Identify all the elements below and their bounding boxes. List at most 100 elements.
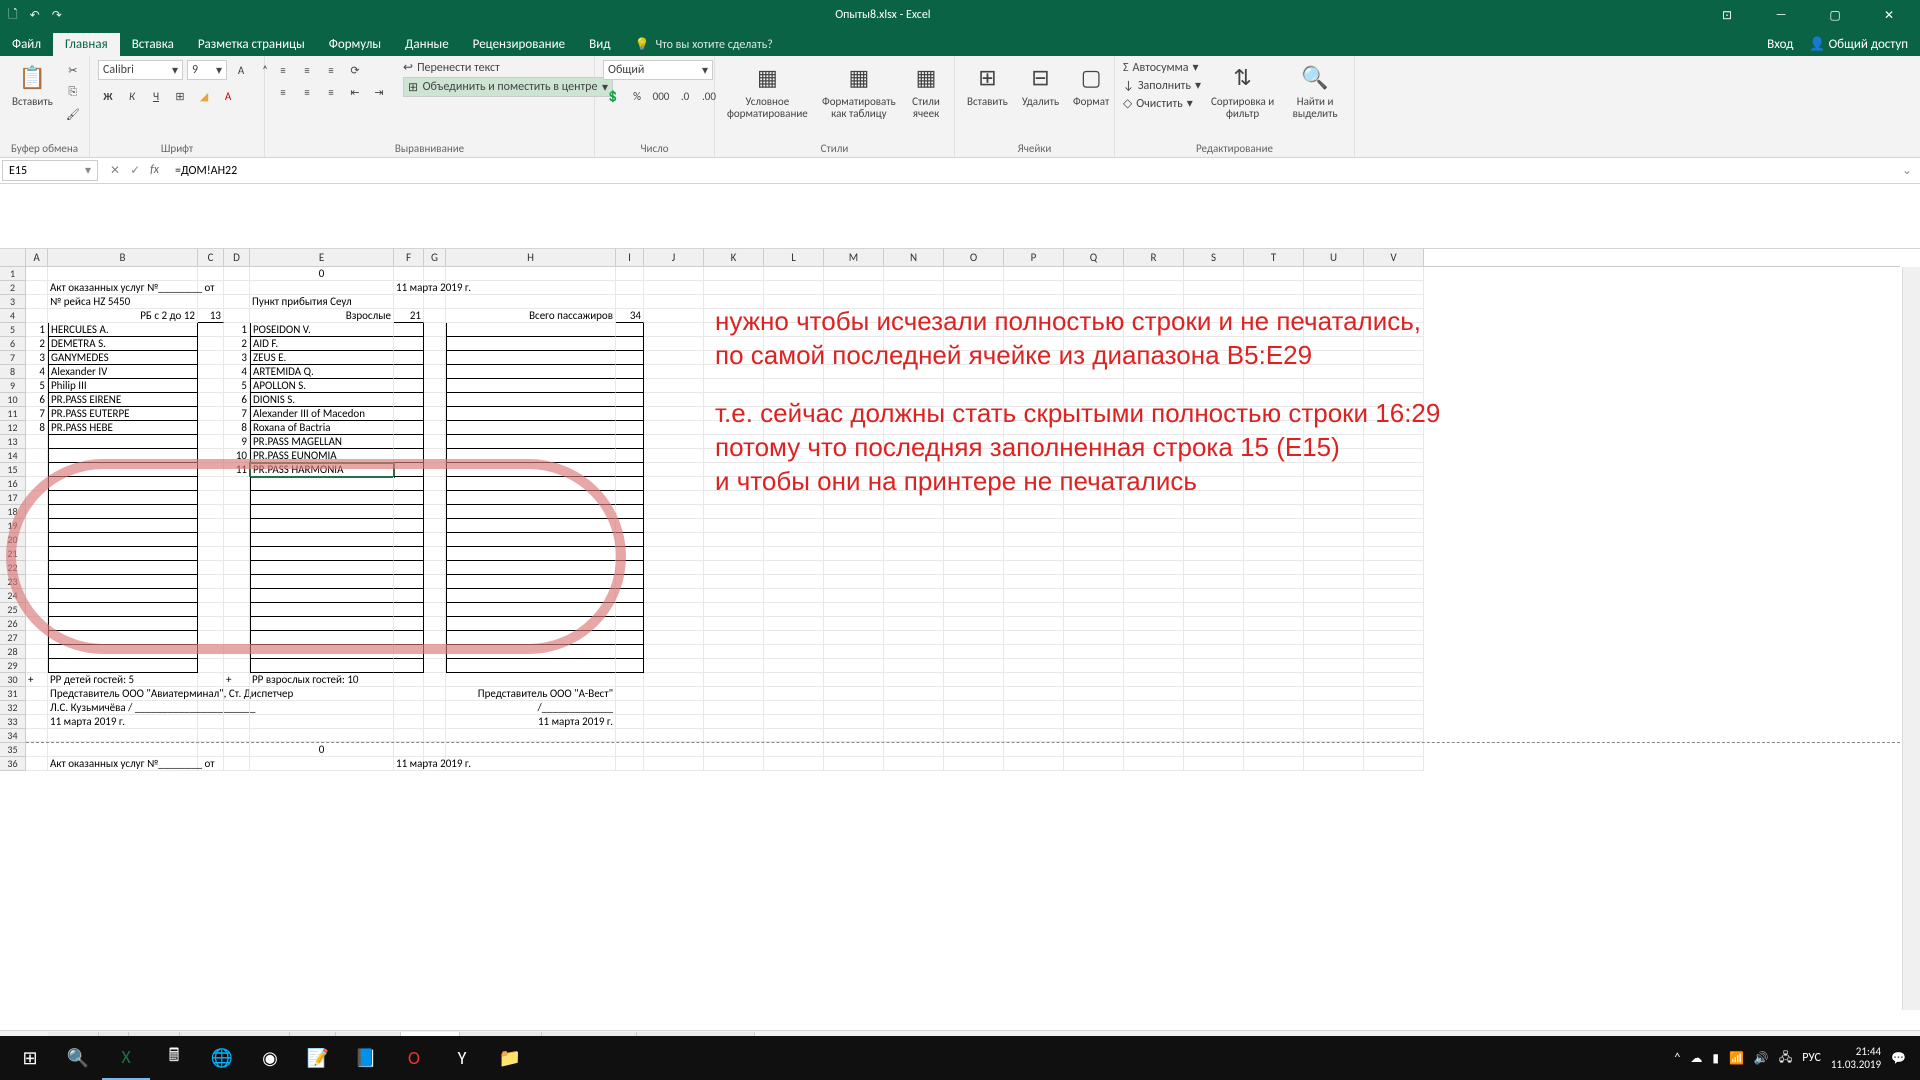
volume-icon[interactable]: 🔊: [1754, 1051, 1769, 1066]
col-header[interactable]: T: [1244, 249, 1304, 266]
redo-icon[interactable]: ↷: [52, 8, 62, 23]
italic-button[interactable]: К: [122, 86, 142, 106]
fill-button[interactable]: ↓ Заполнить ▾: [1123, 78, 1201, 93]
clock[interactable]: 21:4411.03.2019: [1831, 1045, 1881, 1071]
col-header[interactable]: S: [1184, 249, 1244, 266]
align-top-icon[interactable]: ≡: [273, 60, 293, 80]
start-button[interactable]: ⊞: [6, 1036, 54, 1080]
orientation-icon[interactable]: ⟳: [345, 60, 365, 80]
cancel-formula-icon[interactable]: ✕: [110, 163, 120, 178]
tab-home[interactable]: Главная: [53, 33, 120, 56]
wrap-text-button[interactable]: ↩ Перенести текст: [403, 60, 613, 75]
notes-icon[interactable]: 📘: [342, 1036, 390, 1080]
worksheet-area[interactable]: ABCDEFGHIJKLMNOPQRSTUV 12345678910111213…: [0, 249, 1920, 1010]
tab-insert[interactable]: Вставка: [120, 33, 186, 56]
col-header[interactable]: F: [394, 249, 424, 266]
align-middle-icon[interactable]: ≡: [297, 60, 317, 80]
grow-font-icon[interactable]: A: [231, 60, 251, 80]
signin-link[interactable]: Вход: [1767, 37, 1793, 52]
col-header[interactable]: R: [1124, 249, 1184, 266]
tell-me[interactable]: 💡 Что вы хотите сделать?: [634, 37, 772, 56]
row-header[interactable]: 31: [0, 687, 26, 701]
calculator-icon[interactable]: 🖩: [150, 1036, 198, 1080]
column-headers[interactable]: ABCDEFGHIJKLMNOPQRSTUV: [26, 249, 1900, 267]
col-header[interactable]: Q: [1064, 249, 1124, 266]
row-header[interactable]: 15: [0, 463, 26, 477]
format-table-button[interactable]: ▦Форматировать как таблицу: [818, 60, 900, 122]
tab-file[interactable]: Файл: [0, 33, 53, 56]
row-header[interactable]: 11: [0, 407, 26, 421]
col-header[interactable]: J: [644, 249, 704, 266]
align-left-icon[interactable]: ≡: [273, 82, 293, 102]
fill-color-icon[interactable]: ◢: [194, 86, 214, 106]
row-header[interactable]: 29: [0, 659, 26, 673]
row-header[interactable]: 3: [0, 295, 26, 309]
undo-icon[interactable]: ↶: [30, 8, 40, 23]
search-icon[interactable]: 🔍: [54, 1036, 102, 1080]
number-format-select[interactable]: Общий▾: [603, 60, 713, 80]
col-header[interactable]: O: [944, 249, 1004, 266]
language-indicator[interactable]: РУС: [1802, 1051, 1821, 1065]
paste-button[interactable]: 📋Вставить: [8, 60, 57, 110]
tab-data[interactable]: Данные: [393, 33, 461, 56]
row-headers[interactable]: 1234567891011121314151617181920212223242…: [0, 267, 26, 1010]
col-header[interactable]: G: [424, 249, 446, 266]
excel-taskbar-icon[interactable]: X: [102, 1036, 150, 1080]
row-header[interactable]: 32: [0, 701, 26, 715]
col-header[interactable]: D: [224, 249, 250, 266]
col-header[interactable]: A: [26, 249, 48, 266]
align-right-icon[interactable]: ≡: [321, 82, 341, 102]
col-header[interactable]: L: [764, 249, 824, 266]
borders-icon[interactable]: ⊞: [170, 86, 190, 106]
row-header[interactable]: 12: [0, 421, 26, 435]
formula-input[interactable]: [169, 162, 1894, 180]
yandex-icon[interactable]: Y: [438, 1036, 486, 1080]
inc-decimal-icon[interactable]: .0: [675, 86, 695, 106]
battery-icon[interactable]: ▮: [1712, 1051, 1719, 1066]
autosum-button[interactable]: Σ Автосумма ▾: [1123, 60, 1201, 75]
vertical-scrollbar[interactable]: [1902, 267, 1920, 1010]
row-header[interactable]: 9: [0, 379, 26, 393]
col-header[interactable]: N: [884, 249, 944, 266]
row-header[interactable]: 5: [0, 323, 26, 337]
font-color-icon[interactable]: A: [218, 86, 238, 106]
col-header[interactable]: H: [446, 249, 616, 266]
comma-icon[interactable]: 000: [651, 86, 671, 106]
tab-formulas[interactable]: Формулы: [317, 33, 393, 56]
tray-up-icon[interactable]: ^: [1674, 1051, 1680, 1065]
sort-filter-button[interactable]: ⇅Сортировка и фильтр: [1207, 60, 1278, 122]
select-all-corner[interactable]: [0, 249, 26, 267]
col-header[interactable]: E: [250, 249, 394, 266]
notifications-icon[interactable]: 💬: [1891, 1051, 1906, 1066]
opera-icon[interactable]: O: [390, 1036, 438, 1080]
col-header[interactable]: V: [1364, 249, 1424, 266]
align-center-icon[interactable]: ≡: [297, 82, 317, 102]
row-header[interactable]: 2: [0, 281, 26, 295]
font-name-select[interactable]: Calibri▾: [98, 60, 183, 80]
tab-layout[interactable]: Разметка страницы: [186, 33, 317, 56]
bold-button[interactable]: Ж: [98, 86, 118, 106]
enter-formula-icon[interactable]: ✓: [130, 163, 140, 178]
row-header[interactable]: 6: [0, 337, 26, 351]
copy-icon[interactable]: ⎘: [63, 82, 83, 102]
cell-styles-button[interactable]: ▦Стили ячеек: [906, 60, 946, 122]
row-header[interactable]: 28: [0, 645, 26, 659]
row-header[interactable]: 13: [0, 435, 26, 449]
tab-view[interactable]: Вид: [577, 33, 622, 56]
col-header[interactable]: C: [198, 249, 224, 266]
col-header[interactable]: P: [1004, 249, 1064, 266]
save-icon[interactable]: 🗋: [8, 5, 18, 26]
row-header[interactable]: 34: [0, 729, 26, 743]
col-header[interactable]: B: [48, 249, 198, 266]
app-icon[interactable]: 🌐: [198, 1036, 246, 1080]
indent-dec-icon[interactable]: ⇤: [345, 82, 365, 102]
network-icon[interactable]: 🖧: [1779, 1048, 1792, 1069]
font-size-select[interactable]: 9▾: [187, 60, 227, 80]
row-header[interactable]: 36: [0, 757, 26, 771]
currency-icon[interactable]: 💲: [603, 86, 623, 106]
row-header[interactable]: 16: [0, 477, 26, 491]
row-header[interactable]: 35: [0, 743, 26, 757]
row-header[interactable]: 7: [0, 351, 26, 365]
row-header[interactable]: 14: [0, 449, 26, 463]
expand-formula-icon[interactable]: ⌄: [1894, 163, 1920, 178]
